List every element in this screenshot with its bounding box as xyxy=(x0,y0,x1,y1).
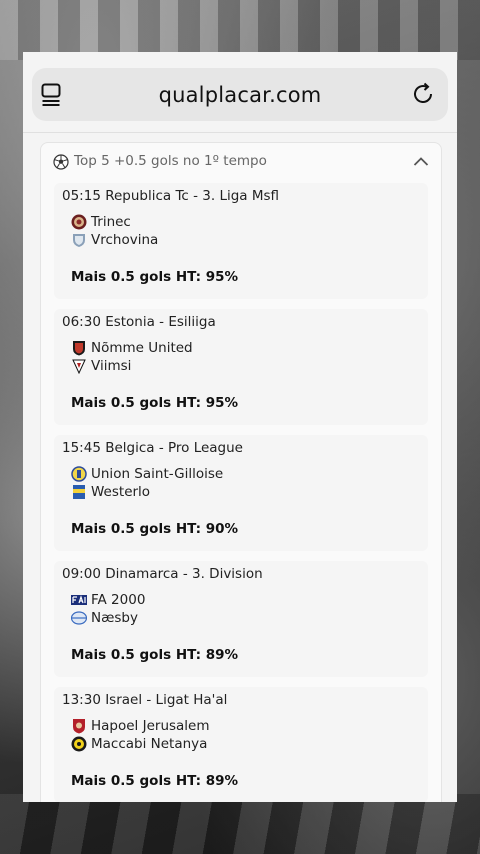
match-header: 05:15 Republica Tc - 3. Liga Msfl xyxy=(62,188,280,204)
away-team-name: Maccabi Netanya xyxy=(91,736,208,752)
chevron-up-icon[interactable] xyxy=(413,155,429,167)
westerlo-logo-icon xyxy=(73,485,85,499)
viimsi-logo-icon xyxy=(72,359,86,374)
prediction-text: Mais 0.5 gols HT: 95% xyxy=(71,269,239,285)
match-item[interactable]: 05:15 Republica Tc - 3. Liga Msfl Trinec… xyxy=(54,183,428,299)
home-team: Nõmme United xyxy=(71,340,193,356)
prediction-text: Mais 0.5 gols HT: 89% xyxy=(71,773,239,789)
match-item[interactable]: 15:45 Belgica - Pro League Union Saint-G… xyxy=(54,435,428,551)
away-team-name: Viimsi xyxy=(91,358,132,374)
match-header: 09:00 Dinamarca - 3. Division xyxy=(62,566,263,582)
home-team-name: Nõmme United xyxy=(91,340,193,356)
away-team-name: Næsby xyxy=(91,610,138,626)
match-item[interactable]: 09:00 Dinamarca - 3. Division FA 2000 Næ… xyxy=(54,561,428,677)
prediction-text: Mais 0.5 gols HT: 90% xyxy=(71,521,239,537)
card-header[interactable]: Top 5 +0.5 gols no 1º tempo xyxy=(41,143,441,181)
home-team: FA 2000 xyxy=(71,592,145,608)
fa2000-logo-icon xyxy=(71,595,87,605)
soccer-ball-icon xyxy=(53,154,69,170)
home-team-name: Trinec xyxy=(91,214,131,230)
reload-icon[interactable] xyxy=(412,82,436,106)
prediction-text: Mais 0.5 gols HT: 89% xyxy=(71,647,239,663)
naesby-logo-icon xyxy=(71,611,87,625)
match-header: 15:45 Belgica - Pro League xyxy=(62,440,243,456)
browser-window: qualplacar.com Top 5 +0.5 gols no 1º tem… xyxy=(23,52,457,802)
away-team: Maccabi Netanya xyxy=(71,736,207,752)
away-team: Næsby xyxy=(71,610,138,626)
match-header: 13:30 Israel - Ligat Ha'al xyxy=(62,692,228,708)
home-team: Trinec xyxy=(71,214,131,230)
header-divider xyxy=(23,132,457,133)
away-team-name: Vrchovina xyxy=(91,232,159,248)
hapoel-jerusalem-logo-icon xyxy=(73,719,85,734)
match-item[interactable]: 13:30 Israel - Ligat Ha'al Hapoel Jerusa… xyxy=(54,687,428,802)
home-team-name: Union Saint-Gilloise xyxy=(91,466,224,482)
match-header: 06:30 Estonia - Esiliiga xyxy=(62,314,216,330)
top5-card: Top 5 +0.5 gols no 1º tempo 05:15 Republ… xyxy=(40,142,442,802)
prediction-text: Mais 0.5 gols HT: 95% xyxy=(71,395,239,411)
union-saint-gilloise-logo-icon xyxy=(71,466,87,482)
background-detail xyxy=(0,0,480,60)
background-floor xyxy=(0,794,480,854)
vrchovina-logo-icon xyxy=(73,234,85,247)
match-item[interactable]: 06:30 Estonia - Esiliiga Nõmme United Vi… xyxy=(54,309,428,425)
away-team: Viimsi xyxy=(71,358,131,374)
home-team-name: FA 2000 xyxy=(91,592,146,608)
address-bar[interactable]: qualplacar.com xyxy=(32,68,448,121)
nomme-united-logo-icon xyxy=(73,341,85,356)
maccabi-netanya-logo-icon xyxy=(71,736,87,752)
tabs-icon[interactable] xyxy=(41,83,63,107)
away-team-name: Westerlo xyxy=(91,484,151,500)
away-team: Vrchovina xyxy=(71,232,158,248)
section-title: Top 5 +0.5 gols no 1º tempo xyxy=(74,153,267,169)
url-text[interactable]: qualplacar.com xyxy=(159,83,322,107)
home-team-name: Hapoel Jerusalem xyxy=(91,718,210,734)
home-team: Hapoel Jerusalem xyxy=(71,718,210,734)
home-team: Union Saint-Gilloise xyxy=(71,466,223,482)
away-team: Westerlo xyxy=(71,484,150,500)
trinec-logo-icon xyxy=(71,214,87,230)
